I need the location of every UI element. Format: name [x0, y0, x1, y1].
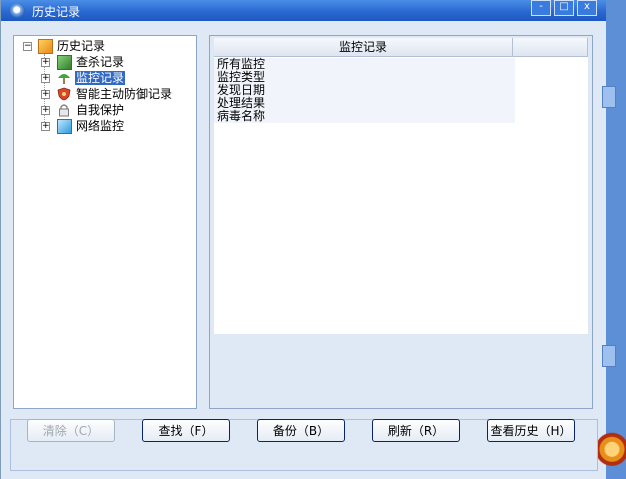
tree-root-label: 历史记录 [57, 39, 106, 53]
expand-icon[interactable]: + [41, 90, 50, 99]
history-tree: − 历史记录 + 查杀记录 + 监控记录 + 智能主动防御记录 + 自我保护 +… [13, 35, 197, 409]
tree-root[interactable]: − 历史记录 [20, 38, 190, 54]
tree-item-label: 自我保护 [76, 103, 125, 117]
background-scrollbar-thumb [602, 86, 616, 108]
tree-item-label: 查杀记录 [76, 55, 125, 69]
monitor-log-panel: 监控记录 所有监控 监控类型 发现日期 处理结果 病毒名称 [209, 35, 593, 409]
shield-icon [57, 87, 71, 101]
expand-icon[interactable]: + [41, 58, 50, 67]
umbrella-icon [57, 71, 70, 84]
backup-button[interactable]: 备份（B） [257, 419, 345, 442]
clear-button[interactable]: 清除（C） [27, 419, 115, 442]
tree-item-label: 网络监控 [76, 119, 125, 133]
scan-log-icon [57, 55, 72, 70]
tree-item-label: 智能主动防御记录 [76, 87, 173, 101]
window-body: − 历史记录 + 查杀记录 + 监控记录 + 智能主动防御记录 + 自我保护 +… [1, 21, 607, 479]
maximize-button[interactable]: □ [554, 0, 574, 16]
background-scrollbar-thumb [602, 345, 616, 367]
tree-item-network-monitor[interactable]: + 网络监控 [38, 118, 188, 134]
column-header-empty[interactable] [513, 38, 588, 57]
minimize-button[interactable]: - [531, 0, 551, 16]
collapse-icon[interactable]: − [23, 42, 32, 51]
history-folder-icon [38, 39, 53, 54]
tree-item-monitor-log[interactable]: + 监控记录 [38, 70, 188, 86]
lock-icon [57, 103, 70, 117]
column-header-monitor-log[interactable]: 监控记录 [214, 38, 513, 57]
find-button[interactable]: 查找（F） [142, 419, 230, 442]
tree-item-smart-defense[interactable]: + 智能主动防御记录 [38, 86, 188, 102]
close-button[interactable]: x [577, 0, 597, 16]
tree-item-self-protect[interactable]: + 自我保护 [38, 102, 188, 118]
expand-icon[interactable]: + [41, 74, 50, 83]
view-history-button[interactable]: 查看历史（H） [487, 419, 575, 442]
monitor-log-list: 监控记录 所有监控 监控类型 发现日期 处理结果 病毒名称 [214, 38, 588, 334]
mascot-icon [598, 425, 626, 479]
title-bar: 历史记录 - □ x [1, 0, 607, 21]
expand-icon[interactable]: + [41, 122, 50, 131]
network-icon [57, 119, 72, 134]
tree-item-label: 监控记录 [73, 70, 127, 86]
refresh-button[interactable]: 刷新（R） [372, 419, 460, 442]
history-window: 历史记录 - □ x − 历史记录 + 查杀记录 + 监控记录 + 智能主动防御… [0, 0, 607, 479]
background-window-edge [606, 0, 626, 479]
tree-item-scan-log[interactable]: + 查杀记录 [38, 54, 188, 70]
app-logo-icon [10, 3, 25, 18]
expand-icon[interactable]: + [41, 106, 50, 115]
list-item[interactable]: 病毒名称 [214, 110, 515, 123]
window-title: 历史记录 [32, 5, 81, 19]
